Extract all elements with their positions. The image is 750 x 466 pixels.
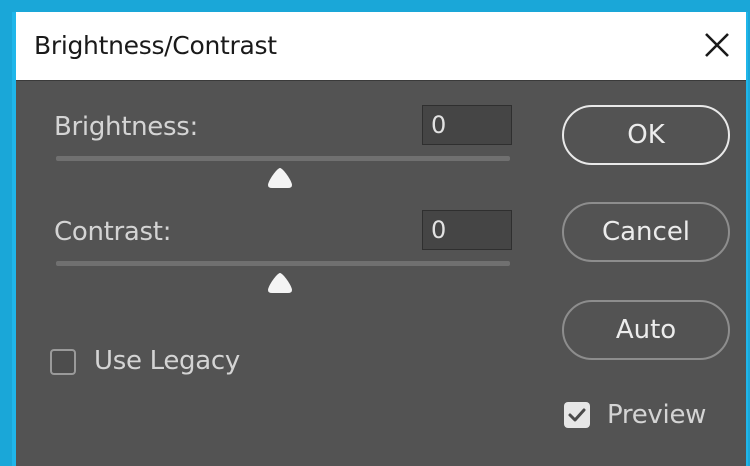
contrast-slider-thumb[interactable] [266, 271, 294, 295]
contrast-label: Contrast: [54, 217, 172, 247]
dialog-title: Brightness/Contrast [34, 31, 277, 60]
use-legacy-label[interactable]: Use Legacy [94, 346, 240, 376]
use-legacy-checkbox[interactable] [50, 349, 76, 375]
close-icon[interactable] [700, 28, 734, 62]
preview-label[interactable]: Preview [607, 400, 706, 430]
brightness-value-field[interactable]: 0 [422, 105, 512, 145]
contrast-value-field[interactable]: 0 [422, 210, 512, 250]
auto-button[interactable]: Auto [562, 300, 730, 360]
brightness-slider-track[interactable] [56, 156, 510, 161]
brightness-label: Brightness: [54, 112, 198, 142]
title-bar: Brightness/Contrast [16, 12, 746, 81]
contrast-slider-track[interactable] [56, 261, 510, 266]
ok-button[interactable]: OK [562, 105, 730, 165]
checkmark-icon [568, 408, 586, 422]
cancel-button[interactable]: Cancel [562, 202, 730, 262]
brightness-contrast-dialog: Brightness/Contrast Brightness: 0 Contra… [12, 12, 748, 466]
preview-checkbox[interactable] [564, 402, 590, 428]
brightness-slider-thumb[interactable] [266, 166, 294, 190]
